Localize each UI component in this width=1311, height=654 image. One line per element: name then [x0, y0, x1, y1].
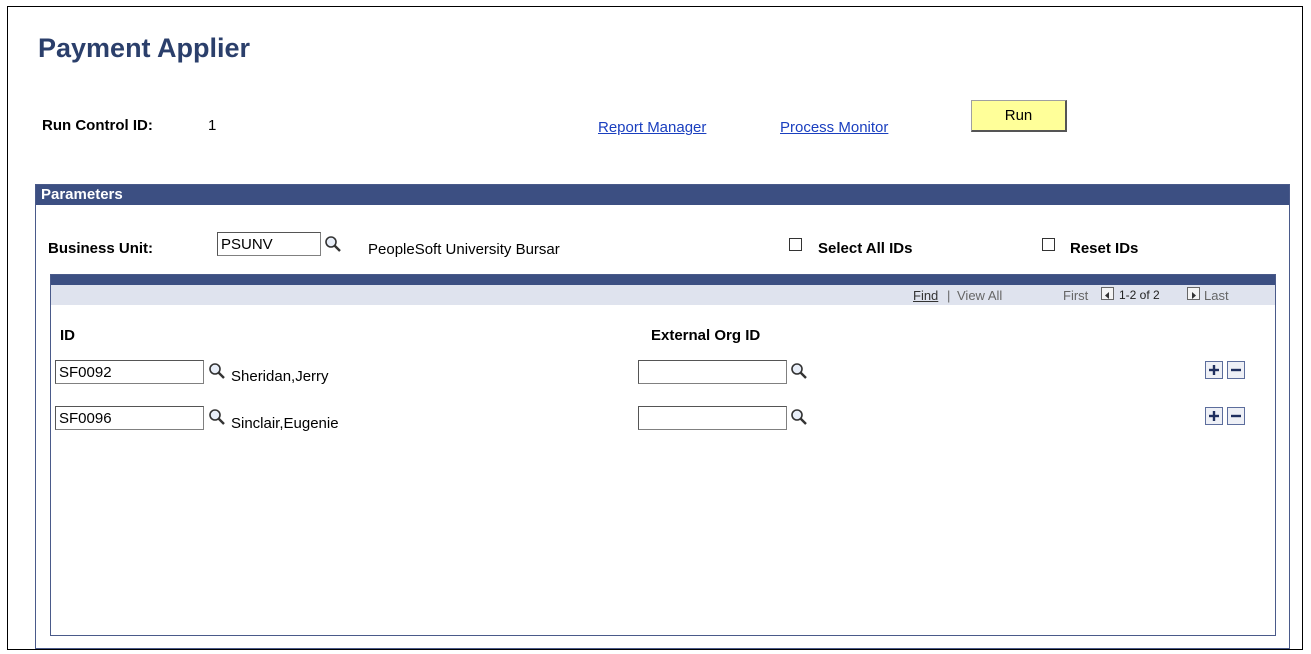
magnifier-icon[interactable] — [324, 235, 342, 253]
left-arrow-icon[interactable] — [1101, 287, 1114, 300]
external-org-id-input[interactable] — [638, 360, 787, 384]
id-grid: Find | View All First 1-2 of 2 Last ID E… — [50, 274, 1276, 636]
business-unit-label: Business Unit: — [48, 240, 154, 257]
first-link[interactable]: First — [1063, 288, 1088, 303]
id-input[interactable] — [55, 360, 204, 384]
plus-icon[interactable] — [1205, 407, 1223, 425]
external-org-id-input[interactable] — [638, 406, 787, 430]
magnifier-icon[interactable] — [208, 408, 226, 426]
minus-icon[interactable] — [1227, 361, 1245, 379]
grid-nav-bar: Find | View All First 1-2 of 2 Last — [51, 275, 1275, 305]
magnifier-icon[interactable] — [790, 408, 808, 426]
process-monitor-link[interactable]: Process Monitor — [780, 119, 888, 136]
run-control-label: Run Control ID: — [42, 117, 153, 134]
page-range: 1-2 of 2 — [1119, 288, 1160, 302]
business-unit-description: PeopleSoft University Bursar — [368, 241, 560, 258]
reset-ids-label: Reset IDs — [1070, 240, 1139, 257]
run-control-value: 1 — [208, 117, 217, 134]
plus-icon[interactable] — [1205, 361, 1223, 379]
select-all-ids-checkbox[interactable] — [789, 238, 802, 251]
minus-icon[interactable] — [1227, 407, 1245, 425]
parameters-panel: Parameters Business Unit: PeopleSoft Uni… — [35, 184, 1290, 649]
magnifier-icon[interactable] — [790, 362, 808, 380]
id-input[interactable] — [55, 406, 204, 430]
right-arrow-icon[interactable] — [1187, 287, 1200, 300]
id-name: Sinclair,Eugenie — [231, 415, 339, 432]
select-all-ids-label: Select All IDs — [818, 240, 913, 257]
column-header-external-org-id: External Org ID — [651, 327, 761, 344]
business-unit-input[interactable] — [217, 232, 321, 256]
page-frame: Payment Applier Run Control ID: 1 Report… — [7, 6, 1303, 650]
find-link[interactable]: Find — [913, 288, 938, 303]
report-manager-link[interactable]: Report Manager — [598, 119, 706, 136]
reset-ids-checkbox[interactable] — [1042, 238, 1055, 251]
run-button[interactable]: Run — [971, 100, 1067, 132]
parameters-header: Parameters — [36, 185, 1289, 205]
nav-separator: | — [947, 288, 951, 303]
id-name: Sheridan,Jerry — [231, 368, 329, 385]
last-link[interactable]: Last — [1204, 288, 1229, 303]
page-title: Payment Applier — [38, 33, 251, 63]
column-header-id: ID — [60, 327, 75, 344]
view-all-link[interactable]: View All — [957, 288, 1002, 303]
magnifier-icon[interactable] — [208, 362, 226, 380]
